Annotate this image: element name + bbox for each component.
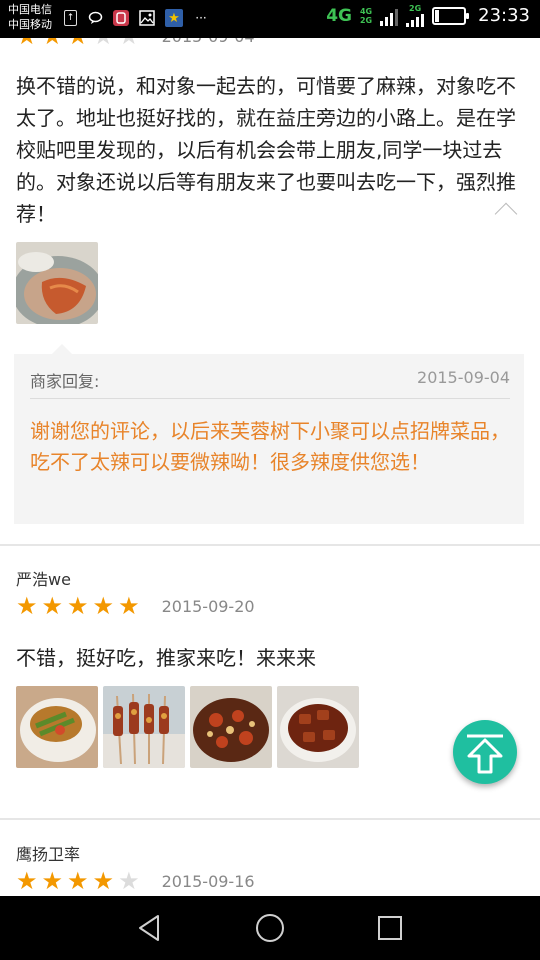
review-date: 2015-09-16 (161, 871, 255, 891)
review-username[interactable]: 严浩we (16, 566, 71, 590)
review-rating-row: ★ ★ ★ ★ ★ 2015-09-16 (16, 869, 255, 893)
rating-stars: ★★★★★ (16, 38, 140, 48)
review-photo[interactable] (16, 242, 98, 328)
home-circle-icon (256, 914, 284, 942)
star-filled-icon: ★ (92, 592, 115, 620)
carrier-labels: 中国电信 中国移动 (8, 2, 52, 32)
star-empty-icon: ★ (118, 38, 140, 48)
signal-strength-sim2-icon (406, 13, 425, 27)
review-photo[interactable] (103, 686, 185, 768)
carrier-mobile: 中国移动 (8, 18, 52, 31)
screen: 中国电信 中国移动 ↑ ★ ··· 4G 4G 2G 2G 23:33 换不错的… (0, 0, 540, 960)
review-text: 不错，挺好吃，推家来吃！来来来 (16, 646, 316, 670)
home-button[interactable] (254, 912, 286, 944)
review-date: 2015-09-04 (162, 38, 255, 46)
star-filled-icon: ★ (41, 867, 64, 895)
review-rating-row: ★ ★ ★ ★ ★ 2015-09-20 (16, 594, 255, 618)
clock: 23:33 (478, 5, 530, 26)
star-filled-icon: ★ (42, 38, 64, 48)
review-username[interactable]: 鹰扬卫率 (16, 841, 80, 865)
second-sim-signal: 2G (406, 4, 425, 27)
sim-toolkit-icon: ↑ (64, 10, 77, 26)
signal-strength-icon (380, 6, 399, 26)
previous-review-rating-row: ★★★★★ 2015-09-04 (16, 38, 255, 48)
review-divider (0, 544, 540, 546)
recent-apps-button[interactable] (374, 912, 406, 944)
review-photo[interactable] (16, 686, 98, 768)
review-photo[interactable] (277, 686, 359, 768)
scroll-to-top-icon (467, 734, 503, 774)
star-filled-icon: ★ (118, 592, 140, 620)
star-filled-icon: ★ (67, 38, 89, 48)
scroll-to-top-button[interactable] (453, 720, 517, 784)
star-filled-icon: ★ (16, 592, 38, 620)
battery-fill (435, 9, 440, 22)
rating-stars: ★★★★★ (16, 869, 140, 893)
star-empty-icon: ★ (118, 867, 140, 895)
star-empty-icon: ★ (93, 38, 115, 48)
gallery-icon (139, 9, 155, 27)
back-triangle-icon (139, 915, 159, 941)
star-filled-icon: ★ (67, 867, 89, 895)
navigation-bar (0, 896, 540, 960)
review-date: 2015-09-20 (161, 596, 255, 616)
star-filled-icon: ★ (67, 592, 89, 620)
rating-stars: ★★★★★ (16, 594, 140, 618)
review-list[interactable]: ★★★★★ 2015-09-04 换不错的说，和对象一起去的，可惜要了麻辣，对象… (0, 38, 540, 896)
network-4g-label: 4G (326, 5, 352, 26)
merchant-reply-header: 商家回复: 2015-09-04 (30, 368, 510, 399)
notification-icons: ↑ ★ ··· (64, 9, 209, 27)
network-small-labels: 4G 2G (360, 7, 372, 25)
merchant-reply: 商家回复: 2015-09-04 谢谢您的评论，以后来芙蓉树下小聚可以点招牌菜品… (14, 344, 524, 524)
review-photo[interactable] (190, 686, 272, 768)
more-notifications-icon: ··· (195, 11, 207, 25)
star-filled-icon: ★ (16, 867, 38, 895)
network-2g-small: 2G (359, 15, 373, 25)
status-right: 4G 4G 2G 2G 23:33 (326, 4, 530, 27)
star-filled-icon: ★ (41, 592, 64, 620)
star-app-icon: ★ (165, 9, 183, 27)
merchant-reply-text: 谢谢您的评论，以后来芙蓉树下小聚可以点招牌菜品，吃不了太辣可以要微辣呦！很多辣度… (30, 419, 510, 474)
recent-apps-square-icon (378, 916, 402, 940)
merchant-reply-date: 2015-09-04 (417, 368, 510, 387)
merchant-reply-label: 商家回复: (30, 372, 100, 391)
star-filled-icon: ★ (92, 867, 115, 895)
back-button[interactable] (134, 912, 166, 944)
star-filled-icon: ★ (16, 38, 38, 48)
network-4g-small: 4G (359, 6, 373, 16)
chat-bubble-icon (87, 9, 103, 27)
battery-icon (432, 6, 470, 25)
review-photos (16, 686, 359, 768)
status-bar: 中国电信 中国移动 ↑ ★ ··· 4G 4G 2G 2G 23:33 (0, 0, 540, 38)
network-2g-sim2: 2G (409, 4, 422, 13)
carrier-telecom: 中国电信 (8, 3, 52, 16)
review-divider (0, 818, 540, 820)
review-text: 换不错的说，和对象一起去的，可惜要了麻辣，对象吃不太了。地址也挺好找的，就在益庄… (16, 74, 516, 226)
app-notification-icon (113, 10, 129, 26)
